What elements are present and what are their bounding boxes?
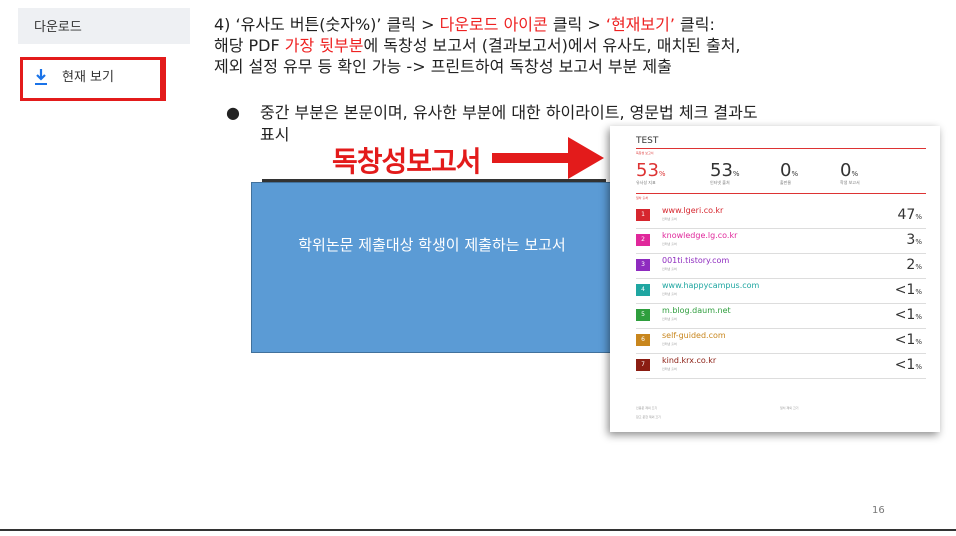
report-stat: 0% 출판물: [780, 160, 798, 186]
report-stat: 53% 유사성 지표: [636, 160, 666, 186]
exclude-quotes: 인용문 제외 끄기: [636, 406, 658, 410]
source-rank-badge: 4: [636, 284, 650, 296]
bullet-text-2: 표시: [260, 125, 290, 144]
callout-text: 학위논문 제출대상 학생이 제출하는 보고서: [298, 236, 566, 254]
arrow-shaft: [492, 153, 570, 163]
source-rank-badge: 3: [636, 259, 650, 271]
report-title: TEST: [636, 136, 659, 146]
report-title-divider: [636, 148, 926, 149]
source-rank-badge: 7: [636, 359, 650, 371]
stat-unit: %: [732, 170, 740, 178]
callout-box: 학위논문 제출대상 학생이 제출하는 보고서: [251, 182, 611, 353]
percent-unit: %: [915, 338, 922, 346]
stat-unit: %: [658, 170, 666, 178]
percent-unit: %: [915, 263, 922, 271]
source-type: 인터넷 출처: [662, 267, 677, 271]
bottom-divider: [0, 529, 956, 531]
highlight-bar: [160, 57, 166, 101]
step-download-icon-text: 다운로드 아이콘: [439, 15, 548, 34]
source-row[interactable]: 5 m.blog.daum.net 인터넷 출처 <1%: [636, 304, 926, 329]
source-row[interactable]: 1 www.lgeri.co.kr 인터넷 출처 47%: [636, 204, 926, 229]
line2-prefix: 해당 PDF: [214, 36, 285, 55]
arrow-right-icon: [568, 137, 604, 179]
exclude-matches: 일치 제외 끄기: [780, 406, 799, 410]
percent-unit: %: [915, 288, 922, 296]
step-instructions: 4) ‘유사도 버튼(숫자%)’ 클릭 > 다운로드 아이콘 클릭 > ‘현재보…: [214, 14, 934, 77]
source-row[interactable]: 4 www.happycampus.com 인터넷 출처 <1%: [636, 279, 926, 304]
stat-unit: %: [791, 170, 799, 178]
source-url[interactable]: self-guided.com: [662, 331, 726, 340]
source-percentage: 2%: [906, 257, 922, 273]
source-percentage: <1%: [894, 307, 922, 323]
primary-sources-caption: 일차 출처: [636, 196, 648, 200]
highlight-box: [20, 57, 164, 101]
download-panel-header: 다운로드: [18, 8, 190, 44]
line2-suffix: 에 독창성 보고서 (결과보고서)에서 유사도, 매치된 출처,: [363, 36, 741, 55]
originality-report-label: 독창성보고서: [332, 145, 482, 178]
source-type: 인터넷 출처: [662, 217, 677, 221]
originality-report: TEST 독창성 보고서 53% 유사성 지표 53% 인터넷 출처 0% 출판물 0% 학생…: [610, 126, 940, 432]
source-rank-badge: 6: [636, 334, 650, 346]
source-percentage: <1%: [894, 282, 922, 298]
line2-red: 가장 뒷부분: [284, 36, 364, 55]
source-url[interactable]: knowledge.lg.co.kr: [662, 231, 737, 240]
source-rank-badge: 5: [636, 309, 650, 321]
bullet-text: 중간 부분은 본문이며, 유사한 부분에 대한 하이라이트, 영문법 체크 결과…: [260, 103, 758, 122]
source-url[interactable]: m.blog.daum.net: [662, 306, 731, 315]
source-type: 인터넷 출처: [662, 317, 677, 321]
percent-unit: %: [915, 313, 922, 321]
step-line-1: 4) ‘유사도 버튼(숫자%)’ 클릭 > 다운로드 아이콘 클릭 > ‘현재보…: [214, 14, 934, 35]
report-subtitle: 독창성 보고서: [636, 151, 654, 155]
source-type: 인터넷 출처: [662, 242, 677, 246]
source-row[interactable]: 3 001ti.tistory.com 인터넷 출처 2%: [636, 254, 926, 279]
source-row[interactable]: 7 kind.krx.co.kr 인터넷 출처 <1%: [636, 354, 926, 379]
source-type: 인터넷 출처: [662, 367, 677, 371]
step-mid: 클릭 >: [547, 15, 606, 34]
source-percentage: <1%: [894, 357, 922, 373]
percent-unit: %: [915, 363, 922, 371]
step-current-view-text: ‘현재보기’: [605, 15, 675, 34]
source-row[interactable]: 6 self-guided.com 인터넷 출처 <1%: [636, 329, 926, 354]
source-url[interactable]: 001ti.tistory.com: [662, 256, 729, 265]
stat-unit: %: [851, 170, 859, 178]
stat-value: 0%: [840, 160, 859, 181]
report-stat: 0% 학생 보고서: [840, 160, 860, 186]
source-rank-badge: 1: [636, 209, 650, 221]
source-percentage: <1%: [894, 332, 922, 348]
source-type: 인터넷 출처: [662, 342, 677, 346]
step-line-2: 해당 PDF 가장 뒷부분에 독창성 보고서 (결과보고서)에서 유사도, 매치…: [214, 35, 934, 56]
percent-unit: %: [915, 238, 922, 246]
source-percentage: 3%: [906, 232, 922, 248]
download-panel-title: 다운로드: [34, 20, 82, 35]
source-row[interactable]: 2 knowledge.lg.co.kr 인터넷 출처 3%: [636, 229, 926, 254]
report-stat: 53% 인터넷 출처: [710, 160, 740, 186]
source-url[interactable]: www.happycampus.com: [662, 281, 759, 290]
source-url[interactable]: www.lgeri.co.kr: [662, 206, 723, 215]
source-url[interactable]: kind.krx.co.kr: [662, 356, 716, 365]
source-percentage: 47%: [897, 207, 922, 223]
bullet-symbol: ●: [226, 103, 240, 122]
step-line-3: 제외 설정 유무 등 확인 가능 -> 프린트하여 독창성 보고서 부분 제출: [214, 57, 672, 76]
step-suffix: 클릭:: [674, 15, 715, 34]
exclude-bibliography: 참고 문헌 제외 끄기: [636, 415, 661, 419]
source-rank-badge: 2: [636, 234, 650, 246]
page-number: 16: [872, 505, 885, 516]
stat-value: 53%: [710, 160, 740, 181]
stat-value: 53%: [636, 160, 666, 181]
step-prefix: 4) ‘유사도 버튼(숫자%)’ 클릭 >: [214, 15, 440, 34]
percent-unit: %: [915, 213, 922, 221]
source-type: 인터넷 출처: [662, 292, 677, 296]
report-mid-divider: [636, 193, 926, 194]
stat-caption: 학생 보고서: [840, 180, 860, 185]
stat-value: 0%: [780, 160, 799, 181]
